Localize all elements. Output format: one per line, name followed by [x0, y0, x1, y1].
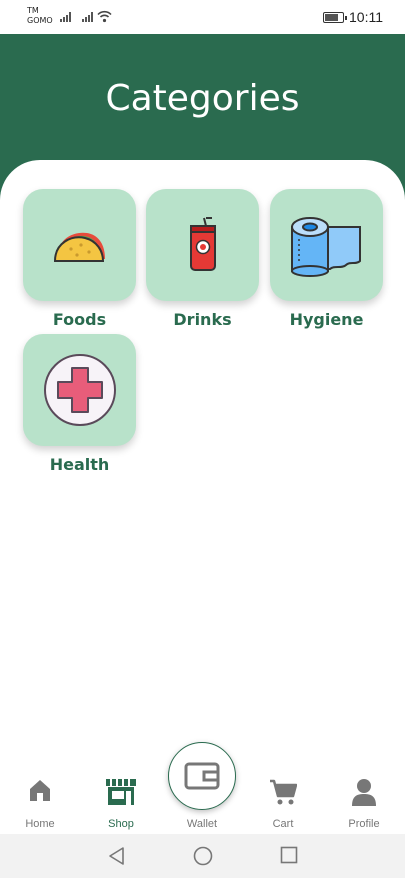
status-time: 10:11 — [349, 9, 383, 25]
category-card[interactable] — [23, 189, 136, 301]
carrier-label: TM GOMO — [27, 6, 53, 26]
nav-label: Wallet — [186, 818, 218, 830]
category-label: Hygiene — [289, 310, 364, 329]
nav-shop[interactable]: Shop — [81, 764, 161, 834]
nav-label: Shop — [108, 818, 134, 830]
recents-icon[interactable] — [280, 846, 298, 864]
category-card[interactable] — [146, 189, 259, 301]
shop-icon — [106, 779, 136, 805]
category-label: Foods — [52, 310, 107, 329]
battery-icon — [323, 12, 347, 23]
carrier-line2: GOMO — [27, 16, 53, 25]
category-drinks[interactable]: Drinks — [146, 189, 259, 329]
category-health[interactable]: Health — [23, 334, 136, 474]
home-icon — [30, 780, 50, 801]
status-bar: TM GOMO 10:11 — [0, 0, 405, 34]
toilet-paper-icon — [290, 217, 361, 277]
cart-icon — [270, 779, 297, 805]
category-label: Drinks — [173, 310, 232, 329]
nav-label: Cart — [272, 818, 294, 830]
medical-cross-icon — [43, 354, 116, 426]
category-card[interactable] — [270, 189, 383, 301]
nav-label: Home — [25, 818, 55, 830]
soda-can-icon — [189, 217, 216, 271]
signal-icon — [82, 12, 94, 22]
nav-profile[interactable]: Profile — [324, 764, 404, 834]
nav-cart[interactable]: Cart — [243, 764, 323, 834]
home-circle-icon[interactable] — [193, 846, 213, 866]
category-card[interactable] — [23, 334, 136, 446]
carrier-line1: TM — [27, 6, 39, 15]
system-nav-bar — [0, 834, 405, 878]
wifi-icon — [97, 10, 112, 23]
profile-icon — [352, 779, 376, 806]
category-hygiene[interactable]: Hygiene — [270, 189, 383, 329]
page-title: Categories — [105, 78, 300, 119]
back-icon[interactable] — [107, 846, 125, 866]
nav-label: Profile — [348, 818, 380, 830]
wallet-icon — [184, 762, 220, 790]
signal-icon — [60, 12, 72, 22]
nav-home[interactable]: Home — [0, 764, 80, 834]
wallet-button[interactable] — [168, 742, 236, 810]
taco-icon — [53, 232, 105, 262]
category-foods[interactable]: Foods — [23, 189, 136, 329]
category-label: Health — [49, 455, 110, 474]
screen: TM GOMO 10:11 Categories Foods Drinks Hy… — [0, 0, 405, 878]
